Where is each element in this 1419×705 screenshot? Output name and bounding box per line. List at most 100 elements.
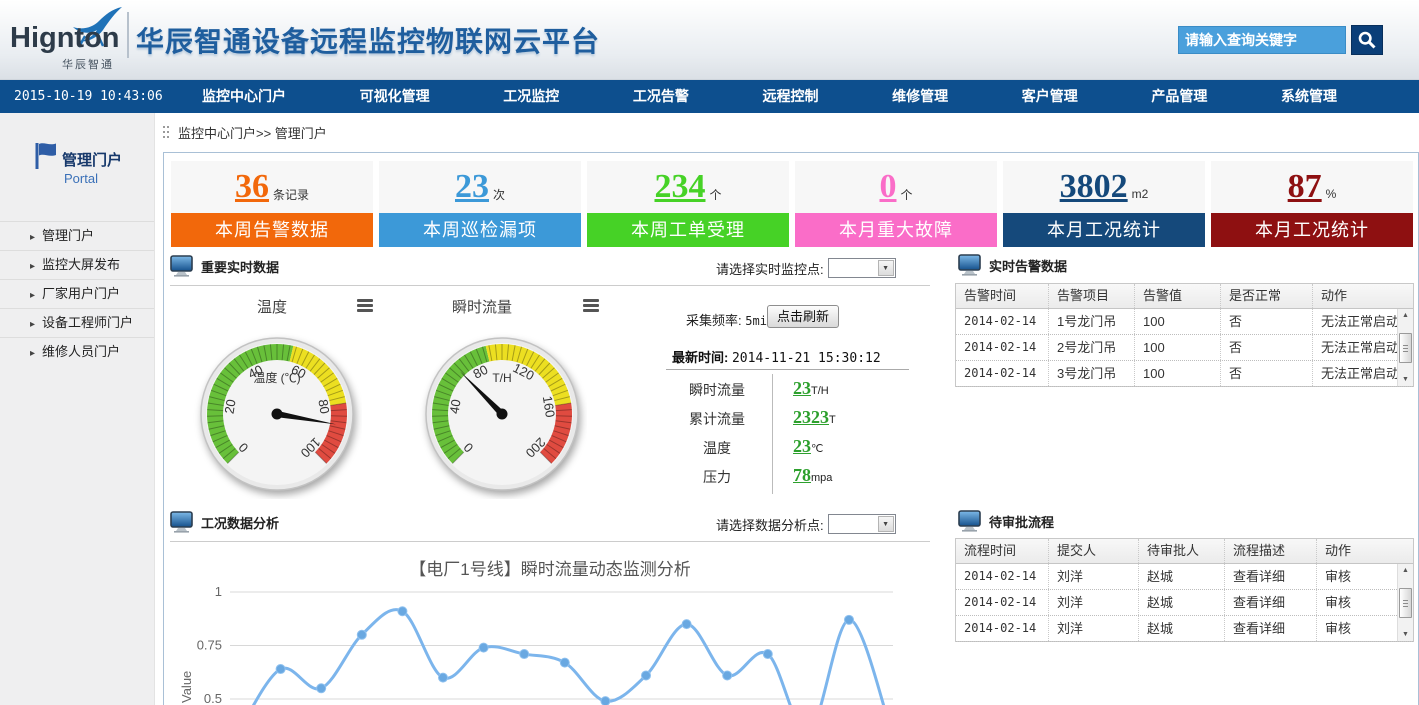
analysis-section-title: 工况数据分析 (201, 513, 279, 532)
stat-card-value-area: 87% (1211, 161, 1413, 213)
vertical-scrollbar[interactable]: ▲▼ (1397, 564, 1413, 641)
stat-card-6: 87%本月工况统计 (1211, 161, 1413, 247)
sidebar-item-4[interactable]: ▸设备工程师门户 (0, 308, 154, 337)
temperature-gauge: 020406080100温度 (℃) (192, 329, 362, 499)
refresh-button[interactable]: 点击刷新 (767, 305, 839, 328)
alarm-cell: 3号龙门吊 (1048, 361, 1134, 386)
vertical-scrollbar[interactable]: ▲▼ (1397, 309, 1413, 386)
logo-text: Hignton (10, 22, 120, 55)
approval-cell: 刘洋 (1048, 590, 1138, 615)
realtime-point-select[interactable]: ▼ (828, 258, 896, 278)
alarm-cell: 100 (1134, 335, 1220, 360)
approval-cell[interactable]: 审核 (1316, 616, 1397, 641)
frequency-line: 采集频率: 5min (686, 310, 774, 329)
nav-item-5[interactable]: 远程控制 (751, 80, 831, 113)
nav-item-2[interactable]: 可视化管理 (348, 80, 442, 113)
analysis-section-header: 工况数据分析 (170, 511, 279, 533)
chevron-down-icon[interactable]: ▼ (878, 260, 894, 276)
scroll-down-icon[interactable]: ▼ (1398, 628, 1413, 641)
svg-text:40: 40 (447, 398, 464, 415)
stat-card-unit: 个 (709, 186, 721, 203)
gauge1-menu-icon[interactable] (357, 299, 373, 312)
alarm-cell: 无法正常启动 (1312, 309, 1397, 334)
approval-cell[interactable]: 查看详细 (1224, 590, 1316, 615)
triangle-bullet-icon: ▸ (30, 261, 35, 272)
sidebar-item-3[interactable]: ▸厂家用户门户 (0, 279, 154, 308)
alarm-col-header: 告警项目 (1048, 284, 1134, 308)
svg-text:1: 1 (215, 584, 222, 599)
triangle-bullet-icon: ▸ (30, 290, 35, 301)
stat-card-value[interactable]: 234 (654, 170, 705, 204)
sidebar-item-label: 维修人员门户 (42, 344, 120, 359)
approval-col-header: 待审批人 (1138, 539, 1224, 563)
approval-cell[interactable]: 查看详细 (1224, 616, 1316, 641)
reading-value: 23T/H (793, 378, 829, 399)
app-root: Hignton 华辰智通 华辰智通设备远程监控物联网云平台 2015-10-19… (0, 0, 1419, 705)
search-box (1178, 26, 1346, 54)
flag-icon (34, 141, 60, 171)
gauge2-menu-icon[interactable] (583, 299, 599, 312)
sidebar-item-2[interactable]: ▸监控大屏发布 (0, 250, 154, 279)
scroll-thumb[interactable] (1399, 588, 1412, 618)
stat-card-unit: 条记录 (273, 186, 309, 203)
alarm-cell: 2号龙门吊 (1048, 335, 1134, 360)
stat-card-3: 234个本周工单受理 (587, 161, 789, 247)
latest-time-label: 最新时间: (672, 350, 728, 365)
search-button[interactable] (1351, 25, 1383, 55)
table-row: 2014-02-14刘洋赵城查看详细审核 (956, 564, 1413, 590)
stat-card-value[interactable]: 87 (1288, 170, 1322, 204)
scroll-up-icon[interactable]: ▲ (1398, 564, 1413, 577)
stat-card-unit: m2 (1132, 187, 1149, 201)
sidebar-item-1[interactable]: ▸管理门户 (0, 221, 154, 250)
portal-title: 管理门户 (62, 149, 122, 170)
reading-label: 累计流量 (667, 409, 767, 429)
monitor-icon (958, 510, 982, 532)
nav-item-3[interactable]: 工况监控 (491, 80, 571, 113)
stat-card-value-area: 23次 (379, 161, 581, 213)
approval-cell[interactable]: 审核 (1316, 564, 1397, 589)
monitor-icon (170, 511, 194, 533)
alarm-cell: 100 (1134, 309, 1220, 334)
nav-item-8[interactable]: 产品管理 (1139, 80, 1219, 113)
stat-card-2: 23次本周巡检漏项 (379, 161, 581, 247)
scroll-down-icon[interactable]: ▼ (1398, 373, 1413, 386)
logo-subtext: 华辰智通 (62, 56, 114, 72)
nav-item-7[interactable]: 客户管理 (1010, 80, 1090, 113)
sidebar-item-5[interactable]: ▸ 维修人员门户 (0, 337, 154, 366)
sidebar-menu: ▸管理门户▸监控大屏发布▸厂家用户门户▸设备工程师门户 ▸ 维修人员门户 (0, 221, 154, 366)
stat-card-value[interactable]: 0 (879, 170, 896, 204)
triangle-bullet-icon: ▸ (30, 348, 35, 359)
analysis-divider (170, 541, 930, 542)
nav-timestamp: 2015-10-19 10:43:06 (14, 80, 163, 113)
stat-card-value[interactable]: 36 (235, 170, 269, 204)
analysis-point-select[interactable]: ▼ (828, 514, 896, 534)
nav-item-4[interactable]: 工况告警 (621, 80, 701, 113)
gauge1-title: 温度 (257, 296, 287, 317)
nav-item-6[interactable]: 维修管理 (880, 80, 960, 113)
sidebar: 管理门户 Portal ▸管理门户▸监控大屏发布▸厂家用户门户▸设备工程师门户▸… (0, 113, 155, 705)
alarm-cell: 无法正常启动 (1312, 335, 1397, 360)
breadcrumb[interactable]: 监控中心门户>> 管理门户 (178, 123, 327, 142)
approval-col-header: 流程描述 (1224, 539, 1316, 563)
approval-cell[interactable]: 查看详细 (1224, 564, 1316, 589)
approval-cell[interactable]: 审核 (1316, 590, 1397, 615)
latest-time-value: 2014-11-21 15:30:12 (732, 351, 881, 366)
alarm-cell: 1号龙门吊 (1048, 309, 1134, 334)
chevron-down-icon[interactable]: ▼ (878, 516, 894, 532)
reading-unit: T/H (811, 385, 829, 397)
alarm-cell: 2014-02-14 (956, 361, 1048, 386)
scroll-thumb[interactable] (1399, 333, 1412, 363)
search-input[interactable] (1179, 27, 1345, 53)
alarm-cell: 否 (1220, 361, 1312, 386)
realtime-picker-label: 请选择实时监控点: (716, 259, 824, 278)
nav-item-9[interactable]: 系统管理 (1269, 80, 1349, 113)
triangle-bullet-icon: ▸ (30, 232, 35, 243)
reading-number: 23 (793, 436, 811, 456)
reading-unit: mpa (811, 472, 832, 484)
search-icon (1357, 30, 1377, 50)
stat-card-value[interactable]: 23 (455, 170, 489, 204)
nav-item-1[interactable]: 监控中心门户 (190, 80, 298, 113)
reading-value: 23℃ (793, 436, 823, 457)
scroll-up-icon[interactable]: ▲ (1398, 309, 1413, 322)
stat-card-value[interactable]: 3802 (1060, 170, 1128, 204)
